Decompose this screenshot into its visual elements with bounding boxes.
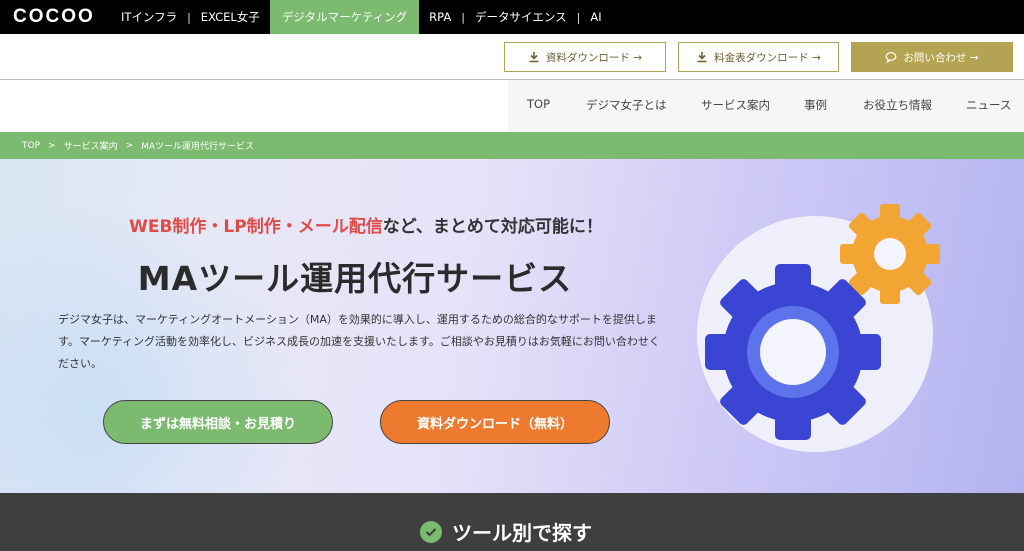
hero-tagline-rest: など、まとめて対応可能に！	[382, 217, 603, 237]
breadcrumb: TOP > サービス案内 > MAツール運用代行サービス	[0, 132, 1024, 159]
hero-description: デジマ女子は、マーケティングオートメーション（MA）を効果的に導入し、運用するた…	[58, 313, 660, 370]
nav-about[interactable]: デジマ女子とは	[586, 97, 667, 113]
hero-tagline-highlight: WEB制作・LP制作・メール配信	[129, 217, 383, 237]
breadcrumb-separator: >	[125, 140, 134, 151]
hero-section: WEB制作・LP制作・メール配信など、まとめて対応可能に！ MAツール運用代行サ…	[0, 159, 1024, 493]
site-nav: ITインフラ | EXCEL女子 デジタルマーケティング RPA | データサイ…	[111, 0, 612, 34]
pricing-download-button[interactable]: 料金表ダウンロード →	[678, 42, 839, 72]
top-bar: COCOO ITインフラ | EXCEL女子 デジタルマーケティング RPA |…	[0, 0, 1024, 34]
contact-button[interactable]: お問い合わせ →	[851, 42, 1013, 72]
hero-tagline: WEB制作・LP制作・メール配信など、まとめて対応可能に！	[0, 212, 732, 237]
download-row: 資料ダウンロード → 料金表ダウンロード → お問い合わせ →	[0, 34, 1024, 80]
check-icon	[420, 520, 442, 543]
large-gear-icon	[705, 264, 881, 440]
divider: |	[576, 10, 581, 24]
nav-cases[interactable]: 事例	[804, 97, 827, 113]
checkmark-icon	[425, 527, 437, 536]
download-icon	[529, 52, 539, 63]
nav-news[interactable]: ニュース	[966, 97, 1011, 113]
section-title: ツール別で探す	[452, 521, 592, 545]
breadcrumb-separator: >	[48, 140, 56, 151]
small-gear-icon	[840, 204, 940, 304]
free-consultation-button[interactable]: まずは無料相談・お見積り	[103, 400, 333, 444]
nav-useful-info[interactable]: お役立ち情報	[863, 97, 932, 113]
site-nav-rpa[interactable]: RPA	[419, 0, 461, 34]
gears-illustration	[697, 204, 940, 452]
page-title: MAツール運用代行サービス	[137, 259, 573, 298]
chat-icon	[886, 52, 897, 63]
nav-top[interactable]: TOP	[527, 97, 550, 111]
tool-section: ツール別で探す	[0, 493, 1024, 551]
materials-download-button[interactable]: 資料ダウンロード →	[504, 42, 666, 72]
contact-label: お問い合わせ →	[903, 51, 979, 64]
section-heading: ツール別で探す	[420, 517, 592, 546]
site-nav-excel[interactable]: EXCEL女子	[191, 0, 270, 34]
divider: |	[187, 10, 191, 24]
breadcrumb-home[interactable]: TOP	[22, 141, 40, 151]
free-download-button[interactable]: 資料ダウンロード（無料）	[380, 400, 610, 444]
pricing-download-label: 料金表ダウンロード →	[714, 51, 821, 64]
breadcrumb-current: MAツール運用代行サービス	[141, 142, 255, 152]
logo[interactable]: COCOO	[13, 6, 111, 28]
download-icon	[697, 52, 707, 63]
main-nav: TOP デジマ女子とは サービス案内 事例 お役立ち情報 ニュース	[0, 80, 1024, 132]
site-nav-datascience[interactable]: データサイエンス	[465, 0, 577, 34]
site-nav-ai[interactable]: AI	[580, 0, 611, 34]
site-nav-itinfra[interactable]: ITインフラ	[111, 0, 187, 34]
divider: |	[461, 10, 465, 24]
site-nav-digital-marketing[interactable]: デジタルマーケティング	[269, 0, 420, 34]
breadcrumb-services[interactable]: サービス案内	[64, 139, 118, 152]
nav-services[interactable]: サービス案内	[701, 97, 770, 113]
materials-download-label: 資料ダウンロード →	[545, 51, 643, 64]
